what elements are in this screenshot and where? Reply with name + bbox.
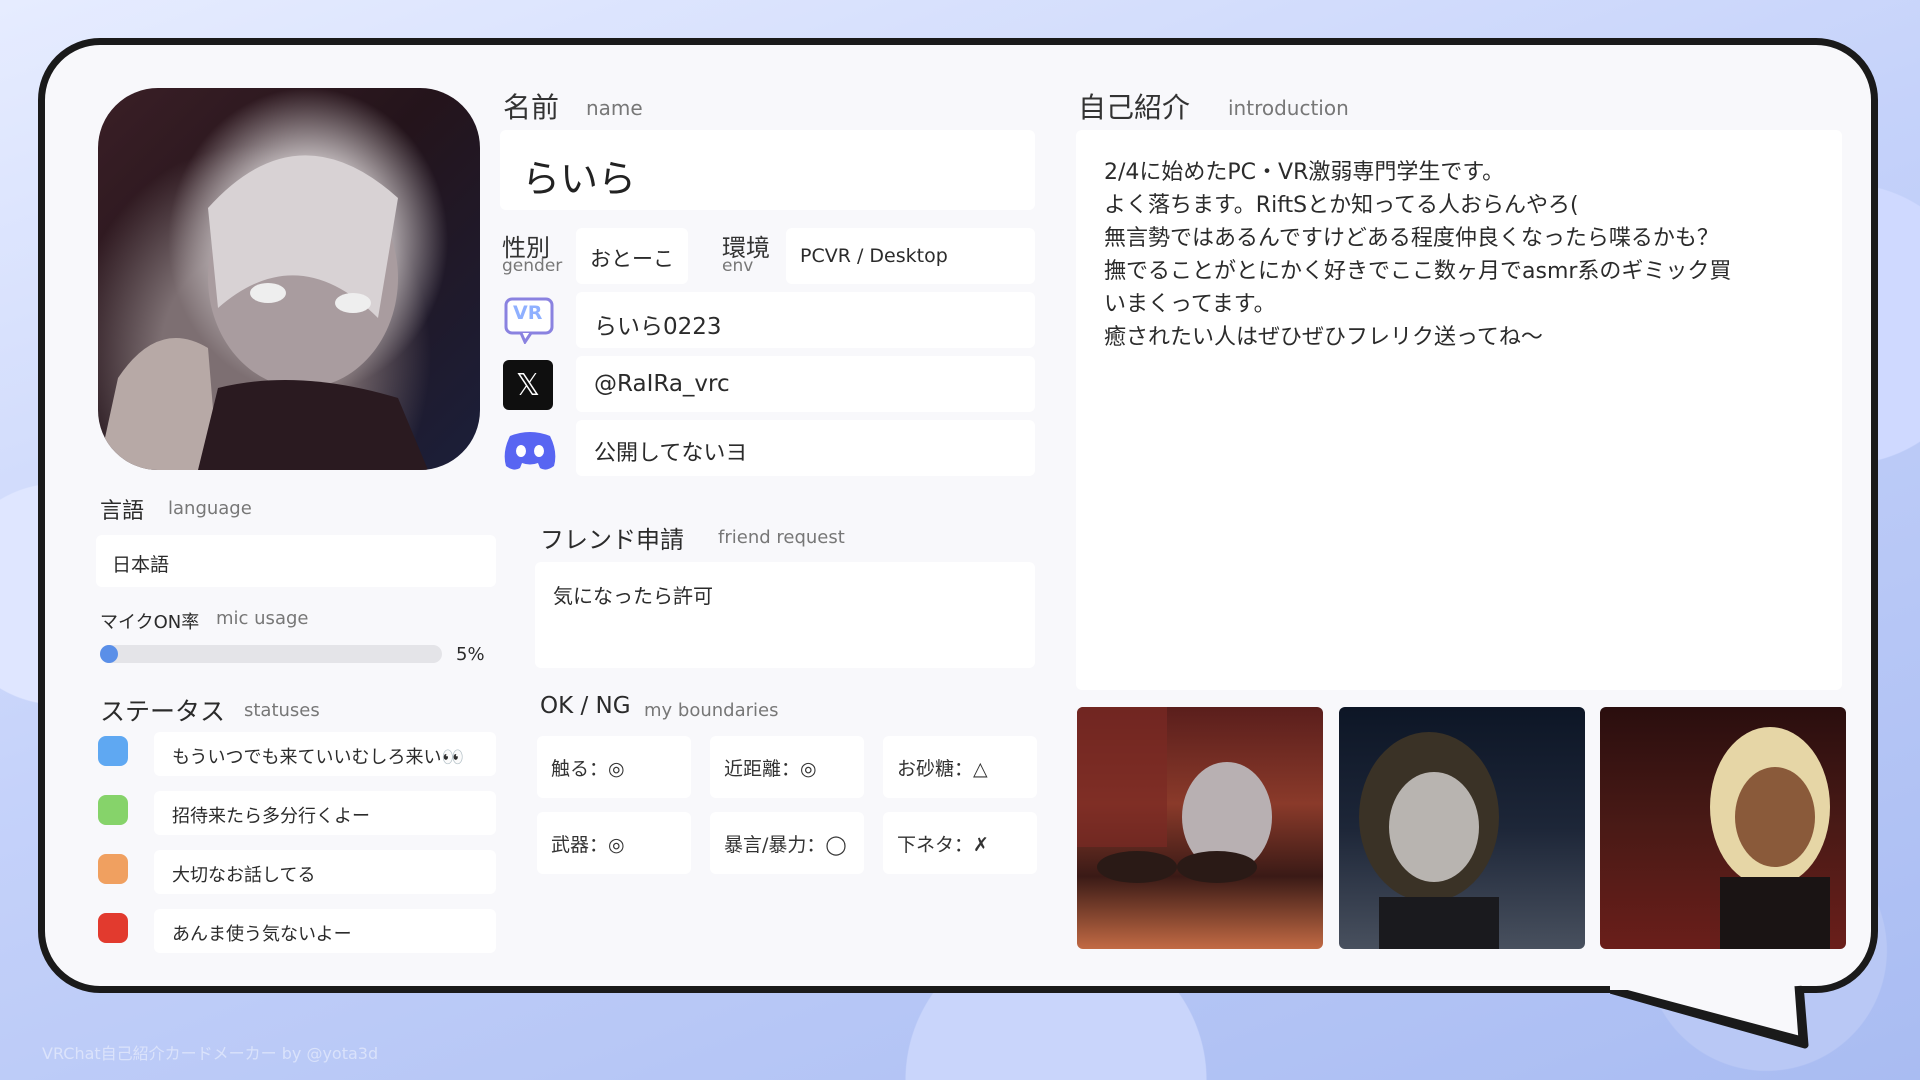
bubble-tail-cover bbox=[1610, 978, 1806, 1044]
boundary-item: 下ネタ：✗ bbox=[883, 812, 1037, 874]
introduction-text: 2/4に始めたPC・VR激弱専門学生です。よく落ちます。RiftSとか知ってる人… bbox=[1104, 156, 1731, 354]
status-item: 大切なお話してる bbox=[154, 850, 496, 894]
status-text: もういつでも来ていいむしろ来い👀 bbox=[172, 747, 464, 768]
status-color-dot bbox=[98, 795, 128, 825]
status-item: 招待来たら多分行くよー bbox=[154, 791, 496, 835]
vrchat-value: らいら0223 bbox=[594, 314, 722, 340]
language-field: 日本語 bbox=[96, 535, 496, 587]
status-text: あんま使う気ないよー bbox=[172, 924, 352, 945]
introduction-line: いまくってます。 bbox=[1104, 292, 1276, 317]
friend-request-label: フレンド申請 bbox=[540, 526, 684, 554]
boundaries-label-en: my boundaries bbox=[644, 700, 779, 721]
boundary-item: 暴言/暴力：◯ bbox=[710, 812, 864, 874]
gallery-photo-2 bbox=[1339, 707, 1585, 949]
env-value: PCVR / Desktop bbox=[800, 245, 948, 267]
x-field: @RaIRa_vrc bbox=[576, 356, 1035, 412]
mic-percent: 5% bbox=[456, 644, 485, 665]
status-color-dot bbox=[98, 736, 128, 766]
discord-icon bbox=[502, 428, 558, 472]
statuses-label-en: statuses bbox=[244, 700, 320, 721]
introduction-field: 2/4に始めたPC・VR激弱専門学生です。よく落ちます。RiftSとか知ってる人… bbox=[1076, 130, 1842, 690]
x-logo-glyph: 𝕏 bbox=[515, 367, 541, 403]
x-logo-icon: 𝕏 bbox=[503, 360, 553, 410]
boundaries-label: OK / NG bbox=[540, 693, 631, 719]
name-value: らいら bbox=[522, 157, 637, 201]
friend-request-field: 気になったら許可 bbox=[535, 562, 1035, 668]
discord-field: 公開してないヨ bbox=[576, 420, 1035, 476]
vrchat-icon-text: VR bbox=[513, 302, 543, 324]
boundary-item: 触る：◎ bbox=[537, 736, 691, 798]
status-text: 招待来たら多分行くよー bbox=[172, 806, 370, 827]
friend-request-label-en: friend request bbox=[718, 527, 845, 548]
language-value: 日本語 bbox=[112, 554, 170, 576]
introduction-line: 撫でることがとにかく好きでここ数ヶ月でasmr系のギミック買 bbox=[1104, 259, 1732, 284]
status-text: 大切なお話してる bbox=[172, 865, 316, 886]
gender-label-en: gender bbox=[502, 256, 563, 276]
language-label-en: language bbox=[168, 498, 252, 519]
introduction-line: 癒されたい人はぜひぜひフレリク送ってね〜 bbox=[1104, 325, 1543, 350]
statuses-label: ステータス bbox=[100, 697, 226, 726]
boundary-item: 武器：◎ bbox=[537, 812, 691, 874]
env-label-en: env bbox=[722, 256, 754, 276]
vrchat-field: らいら0223 bbox=[576, 292, 1035, 348]
introduction-line: よく落ちます。RiftSとか知ってる人おらんやろ( bbox=[1104, 193, 1579, 218]
discord-value: 公開してないヨ bbox=[594, 441, 748, 466]
mic-bar-fill bbox=[100, 645, 118, 663]
name-field: らいら bbox=[500, 130, 1035, 210]
gender-value: おとーこ bbox=[590, 247, 674, 271]
env-field: PCVR / Desktop bbox=[786, 228, 1035, 284]
mic-bar-track bbox=[100, 645, 442, 663]
gender-field: おとーこ bbox=[576, 228, 688, 284]
boundary-item: お砂糖：△ bbox=[883, 736, 1037, 798]
status-color-dot bbox=[98, 854, 128, 884]
introduction-label: 自己紹介 bbox=[1078, 91, 1191, 124]
language-label: 言語 bbox=[100, 499, 145, 524]
introduction-line: 無言勢ではあるんですけどある程度仲良くなったら喋るかも？ bbox=[1104, 226, 1719, 251]
name-label: 名前 bbox=[503, 91, 560, 124]
gallery-photo-1 bbox=[1077, 707, 1323, 949]
friend-request-value: 気になったら許可 bbox=[553, 584, 713, 608]
gallery-photo-3 bbox=[1600, 707, 1846, 949]
introduction-label-en: introduction bbox=[1228, 96, 1349, 120]
mic-label: マイクON率 bbox=[100, 612, 200, 633]
status-color-dot bbox=[98, 913, 128, 943]
vrchat-icon: VR bbox=[503, 296, 555, 344]
status-item: あんま使う気ないよー bbox=[154, 909, 496, 953]
x-value: @RaIRa_vrc bbox=[594, 371, 730, 397]
status-item: もういつでも来ていいむしろ来い👀 bbox=[154, 732, 496, 776]
mic-label-en: mic usage bbox=[216, 608, 309, 629]
name-label-en: name bbox=[586, 96, 643, 120]
avatar-photo bbox=[98, 88, 480, 470]
boundary-item: 近距離：◎ bbox=[710, 736, 864, 798]
introduction-line: 2/4に始めたPC・VR激弱専門学生です。 bbox=[1104, 160, 1505, 185]
footer-credit: VRChat自己紹介カードメーカー by @yota3d bbox=[42, 1044, 379, 1063]
